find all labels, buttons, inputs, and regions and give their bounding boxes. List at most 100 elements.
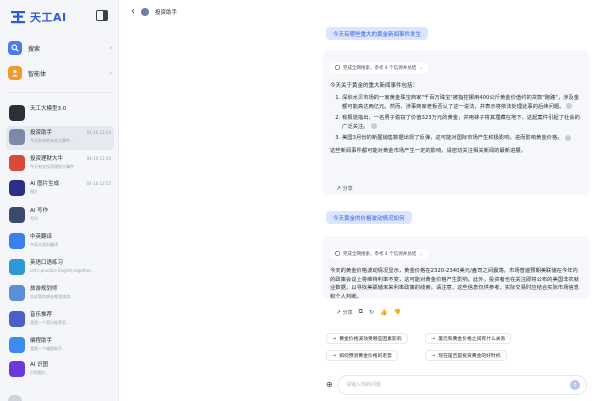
sidebar-agent-item[interactable]: AI 图片生成 04-16 12:53 图片: [6, 177, 114, 201]
check-circle-icon: [335, 251, 340, 256]
share-icon: ↗: [336, 308, 342, 316]
agent-text: 投资理财大牛 04-16 12:59 今天有关投资理财大事件: [30, 154, 111, 170]
agent-row: AI 识图: [30, 360, 111, 368]
agent-subtitle: 今天发布的有关大事件...: [30, 138, 74, 143]
attachment-icon[interactable]: ⊕: [326, 380, 333, 389]
citation-icon[interactable]: [566, 103, 573, 109]
sidebar-agent-item[interactable]: 编程助手 我是一个编程助手...: [6, 334, 114, 358]
answer-actions: ↗ 分享: [336, 185, 353, 192]
agent-name: 投资理财大牛: [30, 156, 64, 162]
suggested-question[interactable]: → 现在是否是投资黄金的好时机: [425, 350, 507, 361]
agent-text: 编程助手 我是一个编程助手...: [30, 336, 111, 352]
user-avatar[interactable]: [8, 395, 22, 401]
search-icon: [8, 41, 22, 55]
share-label: 分享: [342, 309, 353, 316]
sidebar-agent-item[interactable]: 天工大模型3.0: [6, 102, 114, 126]
agent-subtitle: 图片: [30, 189, 38, 194]
chat-input[interactable]: [344, 381, 570, 389]
suggested-question[interactable]: → 美元和黄金价格之间有什么关系: [425, 333, 512, 344]
agent-name: 中英翻译: [30, 234, 53, 240]
sidebar-agent-item[interactable]: 音乐推荐我是一个音乐推荐官...: [6, 308, 114, 332]
thumbs-down-icon[interactable]: 👎: [393, 309, 400, 316]
agent-row: 编程助手: [30, 336, 111, 344]
send-icon[interactable]: ↑: [570, 380, 580, 390]
agent-text: 音乐推荐我是一个音乐推荐官...: [30, 310, 111, 326]
sidebar-agent-item[interactable]: 中英翻译中英文双向翻译: [6, 230, 114, 254]
agent-subtitle: 告诉我你想去哪里旅游...: [30, 294, 74, 299]
citation-icon[interactable]: [370, 123, 377, 129]
image-gen-icon: [9, 180, 25, 196]
nav-label: 搜索: [28, 45, 41, 53]
copy-icon[interactable]: ⧉: [359, 308, 363, 316]
sidebar-agent-item[interactable]: 英语口语练习 Let's practice English together...: [6, 256, 114, 280]
search-summary-text: 完成全网搜索，参考 4 个信源并总结: [343, 65, 417, 71]
agent-row: 音乐推荐: [30, 310, 111, 318]
agent-row: 投资助手 04-16 12:54: [30, 128, 111, 137]
agent-subtitle: 我是一个音乐推荐官...: [30, 320, 70, 325]
back-arrow-icon[interactable]: ‹: [131, 6, 135, 17]
sidebar-agent-item[interactable]: 投资理财大牛 04-16 12:59 今天有关投资理财大事件: [6, 152, 114, 176]
answer-intro: 今天关于黄金的重大新闻事件包括：: [330, 83, 419, 89]
agent-text: 投资助手 04-16 12:54 今天发布的有关大事件...: [30, 128, 111, 144]
list-item: 深圳水贝市场的一家黄金珠宝商家"千百万珠宝"被指控挪用400公斤黄金价值约的货款…: [342, 94, 582, 111]
brand[interactable]: 天工AI: [10, 8, 67, 26]
user-question: 今天黄金的价格波动情况如何: [326, 211, 412, 224]
nav-item-search[interactable]: 搜索 ›: [8, 38, 112, 58]
suggestion-text: 美元和黄金价格之间有什么关系: [438, 337, 506, 342]
agent-name: AI 写作: [30, 208, 49, 214]
agent-name: 编程助手: [30, 338, 53, 344]
assistant-answer: 完成全网搜索，参考 4 个信源并总结 ⌄ 今天关于黄金的重大新闻事件包括： 深圳…: [323, 50, 589, 195]
user-question: 今天有哪些重大的黄金新闻事件发生: [326, 27, 429, 40]
suggested-question[interactable]: → 黄金价格波动受哪些因素影响: [326, 333, 408, 344]
sidebar-agent-item[interactable]: AI 写作 写作: [6, 204, 114, 228]
suggested-question[interactable]: → 如何预测黄金价格的走势: [326, 350, 398, 361]
tiangong-logo-icon: [11, 11, 25, 24]
agent-name: 英语口语练习: [30, 260, 64, 266]
search-summary-chip[interactable]: 完成全网搜索，参考 4 个信源并总结 ⌄: [330, 248, 429, 259]
english-icon: [9, 259, 25, 275]
citation-icon[interactable]: [564, 134, 571, 141]
agent-time: 04-16 12:53: [86, 180, 111, 186]
agent-row: 投资理财大牛 04-16 12:59: [30, 154, 111, 163]
thumbs-up-icon[interactable]: 👍: [380, 309, 387, 316]
search-summary-chip[interactable]: 完成全网搜索，参考 4 个信源并总结 ⌄: [330, 62, 429, 73]
agent-row: 中英翻译: [30, 232, 111, 240]
vision-icon: [9, 361, 25, 377]
sidebar-agent-item[interactable]: AI 识图识别图片...: [6, 358, 114, 382]
answer-paragraph: 今天的黄金价格波动情况显示，黄金价格在2320-2340美元/盎司之间震荡。市场…: [330, 268, 579, 300]
agent-avatar: [141, 7, 149, 16]
chevron-down-icon: ⌄: [419, 64, 424, 71]
search-summary-text: 完成全网搜索，参考 4 个信源并总结: [343, 251, 417, 257]
agent-row: 旅游规划师: [30, 284, 111, 292]
sidebar-agent-item[interactable]: 旅游规划师告诉我你想去哪里旅游...: [6, 282, 114, 306]
music-icon: [9, 311, 25, 327]
chat-title: 投资助手: [155, 9, 178, 16]
suggestion-text: 如何预测黄金价格的走势: [339, 354, 392, 359]
regenerate-icon[interactable]: ↻: [369, 309, 374, 316]
agent-text: 旅游规划师告诉我你想去哪里旅游...: [30, 284, 111, 300]
list-item-text: 深圳水贝市场的一家黄金珠宝商家"千百万珠宝"被指控挪用400公斤黄金价值约的货款…: [342, 95, 580, 110]
agent-row: AI 写作: [30, 206, 111, 214]
agent-subtitle: 中英文双向翻译: [30, 242, 58, 247]
agent-name: 投资助手: [30, 130, 53, 136]
agent-row: AI 图片生成 04-16 12:53: [30, 179, 111, 188]
travel-icon: [9, 285, 25, 301]
sidebar-agent-item[interactable]: 投资助手 04-16 12:54 今天发布的有关大事件...: [6, 126, 114, 150]
assistant-answer: 完成全网搜索，参考 4 个信源并总结 ⌄ 今天的黄金价格波动情况显示，黄金价格在…: [323, 236, 589, 300]
chevron-right-icon: ›: [109, 44, 112, 52]
list-item: 有报道指出，一名男子偷窃了价值323万元的黄金，并用袜子将其埋藏在地下，这起案件…: [342, 114, 582, 131]
code-icon: [9, 337, 25, 353]
share-button[interactable]: ↗ 分享: [336, 185, 353, 192]
share-button[interactable]: ↗ 分享: [336, 309, 353, 316]
sidebar-collapse-icon[interactable]: [96, 10, 108, 21]
sidebar-divider: [8, 92, 110, 93]
list-item-text: 有报道指出，一名男子偷窃了价值323万元的黄金，并用袜子将其埋藏在地下，这起案件…: [342, 115, 580, 130]
brand-name: 天工AI: [30, 11, 67, 24]
writing-icon: [9, 207, 25, 223]
agent-subtitle: 识别图片...: [30, 370, 50, 375]
nav-item-agents[interactable]: 智能体 ›: [8, 63, 112, 83]
translate-icon: [9, 233, 25, 249]
arrow-right-icon: →: [431, 335, 436, 342]
agent-name: 天工大模型3.0: [30, 106, 67, 112]
agent-name: AI 图片生成: [30, 181, 60, 187]
